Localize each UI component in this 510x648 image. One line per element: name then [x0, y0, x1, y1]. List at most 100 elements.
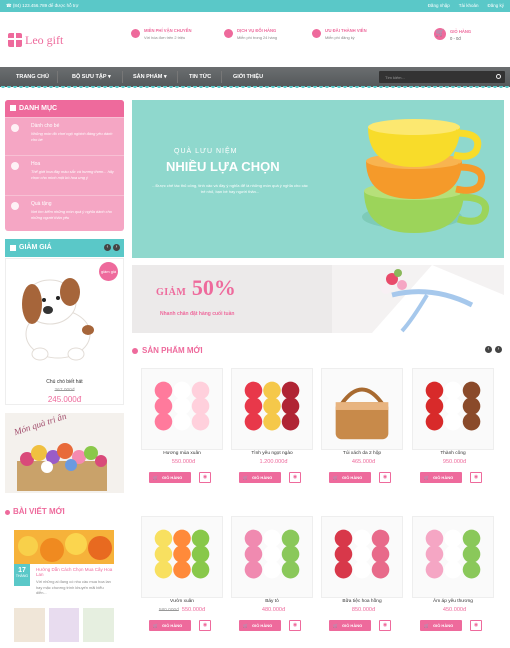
product-price-row: 850.000đ: [321, 607, 403, 613]
category-item-flowers[interactable]: Hoa Thế giới hoa đầy màu sắc và hương th…: [5, 155, 124, 195]
product-image[interactable]: [141, 516, 223, 598]
sale-old-price: 267.000đ: [54, 388, 75, 393]
blog-image: [14, 530, 114, 564]
add-to-cart-button[interactable]: 🛒 GIỎ HÀNG: [329, 620, 371, 631]
quick-view-icon[interactable]: ◉: [379, 620, 391, 631]
cart-widget[interactable]: 🛒 GIỎ HÀNG 0 - 0đ: [434, 28, 471, 41]
product-card[interactable]: Tình yêu ngọt ngào 1.200.000đ 🛒 GIỎ HÀNG …: [231, 368, 313, 492]
product-price: 550.000đ: [171, 459, 196, 465]
prev-arrow-icon[interactable]: ‹: [104, 244, 111, 251]
gift-flowers-banner[interactable]: Món quà tri ân: [5, 411, 124, 493]
gift-logo-icon[interactable]: [8, 33, 22, 47]
login-link[interactable]: Đăng nhập: [428, 3, 450, 8]
nav-news[interactable]: TIN TỨC: [189, 74, 211, 80]
thumb-image[interactable]: [14, 608, 45, 642]
products-title: SẢN PHẨM MỚI: [142, 346, 203, 355]
blog-excerpt: Với những ai đang có nhu cầu mua hoa lan…: [36, 579, 111, 595]
register-link[interactable]: Đăng ký: [487, 3, 504, 8]
hero-banner[interactable]: QUÀ LƯU NIỆM NHIỀU LỰA CHỌN ...Được chế …: [132, 100, 504, 258]
quick-view-icon[interactable]: ◉: [199, 472, 211, 483]
product-card[interactable]: Túi xách da 2 hộp 465.000đ 🛒 GIỎ HÀNG ◉: [321, 368, 403, 492]
add-to-cart-button[interactable]: 🛒 GIỎ HÀNG: [149, 620, 191, 631]
add-to-cart-button[interactable]: 🛒 GIỎ HÀNG: [239, 620, 281, 631]
product-name[interactable]: Tình yêu ngọt ngào: [231, 451, 313, 456]
blog-card[interactable]: 17 THÁNG Hướng Dẫn Cách Chọn Mua Cây Hoa…: [14, 530, 114, 598]
quick-view-icon[interactable]: ◉: [470, 620, 482, 631]
search-icon[interactable]: [496, 74, 501, 79]
cart-icon: 🛒: [333, 475, 338, 480]
category-item-kids[interactable]: Dành cho bé Những món đồ chơi ngộ nghinh…: [5, 117, 124, 155]
nav-divider: [177, 71, 178, 83]
product-image[interactable]: [141, 368, 223, 450]
thumb-image[interactable]: [48, 608, 80, 642]
quick-view-icon[interactable]: ◉: [289, 620, 301, 631]
category-desc: Những món đồ chơi ngộ nghinh đáng yêu dà…: [31, 131, 113, 142]
sale-product-name[interactable]: Chú chó biết hát: [5, 379, 124, 385]
blog-title: BÀI VIẾT MỚI: [13, 507, 65, 516]
promo-label: GIẢM: [156, 287, 187, 298]
product-name[interactable]: Bữa tiệc hoa hồng: [321, 599, 403, 604]
product-card[interactable]: Thành công 950.000đ 🛒 GIỎ HÀNG ◉: [412, 368, 494, 492]
quick-view-icon[interactable]: ◉: [379, 472, 391, 483]
quick-view-icon[interactable]: ◉: [289, 472, 301, 483]
product-image[interactable]: [412, 368, 494, 450]
product-image[interactable]: [321, 516, 403, 598]
product-name[interactable]: Hương mùa xuân: [141, 451, 223, 456]
cart-icon: 🛒: [153, 623, 158, 628]
nav-about[interactable]: GIỚI THIỆU: [233, 74, 263, 80]
add-to-cart-button[interactable]: 🛒 GIỎ HÀNG: [239, 472, 281, 483]
cart-icon: 🛒: [424, 475, 429, 480]
blog-header: BÀI VIẾT MỚI: [5, 507, 65, 516]
product-name[interactable]: Túi xách da 2 hộp: [321, 451, 403, 456]
prev-arrow-icon[interactable]: ‹: [485, 346, 492, 353]
service-sub: Miễn phí đăng ký: [325, 35, 355, 40]
cups-image: [362, 119, 489, 233]
add-to-cart-label: GIỎ HÀNG: [432, 623, 454, 628]
product-name[interactable]: Báy tỏ: [231, 599, 313, 604]
service-exchange: DỊCH VỤ ĐỔI HÀNG Miễn phí trong 24 hàng: [224, 28, 277, 40]
cart-icon[interactable]: 🛒: [434, 28, 446, 40]
next-arrow-icon[interactable]: ›: [113, 244, 120, 251]
nav-home[interactable]: TRANG CHỦ: [16, 74, 49, 80]
plush-dog-image[interactable]: [10, 262, 100, 370]
site-logo[interactable]: Leo gift: [25, 33, 63, 48]
product-image[interactable]: [321, 368, 403, 450]
product-name[interactable]: Âm áp yêu thương: [412, 599, 494, 604]
search-input[interactable]: Tìm kiếm...: [379, 71, 505, 83]
nav-collection[interactable]: BỘ SƯU TẬP ▾: [72, 74, 111, 80]
product-card[interactable]: Hương mùa xuân 550.000đ 🛒 GIỎ HÀNG ◉: [141, 368, 223, 492]
hero-title: NHIỀU LỰA CHỌN: [166, 159, 280, 174]
category-desc: Nơi tìm kiếm những món quà ý nghĩa dành …: [31, 209, 112, 220]
product-card[interactable]: Vườn xuân 580.000đ 550.000đ 🛒 GIỎ HÀNG ◉: [141, 516, 223, 640]
product-image[interactable]: [231, 368, 313, 450]
promo-banner[interactable]: GIẢM 50% Nhanh chân đặt hàng cuối tuần: [132, 265, 504, 333]
add-to-cart-button[interactable]: 🛒 GIỎ HÀNG: [420, 472, 462, 483]
category-item-gifts[interactable]: Quà tặng Nơi tìm kiếm những món quà ý ng…: [5, 195, 124, 231]
flower-bullet-icon: [132, 348, 138, 354]
toy-icon: [11, 124, 19, 132]
account-links: Đăng nhập Tài khoản Đăng ký: [428, 3, 504, 8]
product-card[interactable]: Báy tỏ 480.000đ 🛒 GIỎ HÀNG ◉: [231, 516, 313, 640]
product-name[interactable]: Thành công: [412, 451, 494, 456]
product-image[interactable]: [231, 516, 313, 598]
add-to-cart-button[interactable]: 🛒 GIỎ HÀNG: [420, 620, 462, 631]
product-name[interactable]: Vườn xuân: [141, 599, 223, 604]
truck-icon: [131, 29, 140, 38]
nav-products[interactable]: SẢN PHẨM ▾: [133, 74, 167, 80]
blog-post-title[interactable]: Hướng Dẫn Cách Chọn Mua Cây Hoa Lan: [36, 567, 114, 577]
quick-view-icon[interactable]: ◉: [199, 620, 211, 631]
product-price-row: 465.000đ: [321, 459, 403, 465]
account-link[interactable]: Tài khoản: [459, 3, 479, 8]
add-to-cart-label: GIỎ HÀNG: [432, 475, 454, 480]
service-shipping: MIỄN PHÍ VẬN CHUYỂN Với hóa đơn trên 2 tr…: [131, 28, 191, 40]
product-image[interactable]: [412, 516, 494, 598]
thumb-image[interactable]: [83, 608, 115, 642]
quick-view-icon[interactable]: ◉: [470, 472, 482, 483]
next-arrow-icon[interactable]: ›: [495, 346, 502, 353]
nav-divider: [57, 71, 58, 83]
product-price-row: 550.000đ: [141, 459, 223, 465]
add-to-cart-button[interactable]: 🛒 GIỎ HÀNG: [149, 472, 191, 483]
product-card[interactable]: Bữa tiệc hoa hồng 850.000đ 🛒 GIỎ HÀNG ◉: [321, 516, 403, 640]
add-to-cart-button[interactable]: 🛒 GIỎ HÀNG: [329, 472, 371, 483]
product-card[interactable]: Âm áp yêu thương 450.000đ 🛒 GIỎ HÀNG ◉: [412, 516, 494, 640]
